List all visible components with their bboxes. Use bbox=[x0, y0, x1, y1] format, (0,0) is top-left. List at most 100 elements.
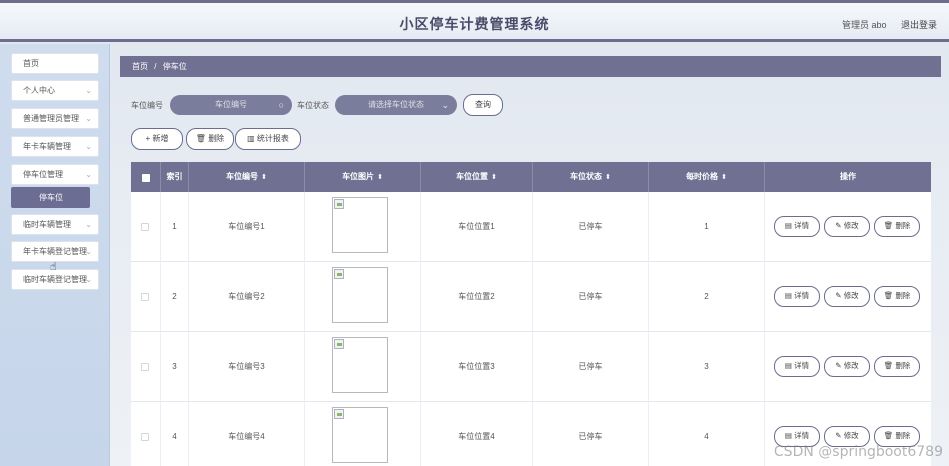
trash-icon: 🗑 bbox=[883, 431, 894, 440]
document-icon: ▤ bbox=[784, 361, 792, 370]
header-status[interactable]: 车位状态 ⬍ bbox=[533, 162, 649, 192]
delete-button[interactable]: 🗑 删除 bbox=[186, 128, 234, 150]
table-row: 1 车位编号1 车位位置1 已停车 1 ▤ 详情 ✎ 修改 🗑 删除 bbox=[131, 192, 931, 262]
sidebar-item-label: 普通管理员管理 bbox=[23, 114, 79, 123]
sidebar-item-annual-register[interactable]: 年卡车辆登记管理 ⌄ bbox=[11, 241, 99, 262]
lot-no-input[interactable]: 车位编号 ○ bbox=[170, 95, 292, 115]
table-row: 3 车位编号3 车位位置3 已停车 3 ▤ 详情 ✎ 修改 🗑 删除 bbox=[131, 332, 931, 402]
sidebar-item-admin-manage[interactable]: 普通管理员管理 ⌄ bbox=[11, 108, 99, 129]
hand-cursor-icon: ☝ bbox=[50, 261, 57, 273]
lot-no-placeholder: 车位编号 bbox=[215, 100, 247, 109]
cell-lot-no: 车位编号2 bbox=[189, 262, 305, 332]
lot-image bbox=[332, 407, 388, 463]
add-button[interactable]: + 新增 bbox=[131, 128, 183, 150]
lot-no-label: 车位编号 bbox=[131, 101, 163, 110]
pencil-icon: ✎ bbox=[835, 361, 842, 370]
cell-index: 4 bbox=[161, 402, 189, 466]
row-checkbox[interactable] bbox=[141, 293, 149, 301]
cell-price: 4 bbox=[649, 402, 765, 466]
sort-icon: ⬍ bbox=[377, 174, 383, 181]
trash-icon: 🗑 bbox=[883, 221, 894, 230]
sort-icon: ⬍ bbox=[721, 174, 727, 181]
sort-icon: ⬍ bbox=[605, 174, 611, 181]
detail-button[interactable]: ▤ 详情 bbox=[774, 216, 820, 237]
sort-icon: ⬍ bbox=[491, 174, 497, 181]
sidebar-item-annual-vehicle[interactable]: 年卡车辆管理 ⌄ bbox=[11, 136, 99, 157]
edit-button[interactable]: ✎ 修改 bbox=[824, 216, 870, 237]
pencil-icon: ✎ bbox=[835, 291, 842, 300]
sidebar-item-label: 年卡车辆管理 bbox=[23, 142, 71, 151]
broken-image-icon bbox=[334, 269, 344, 279]
search-icon: ○ bbox=[278, 100, 284, 110]
row-delete-button[interactable]: 🗑 删除 bbox=[874, 356, 920, 377]
select-all-checkbox[interactable] bbox=[142, 174, 150, 182]
detail-button[interactable]: ▤ 详情 bbox=[774, 356, 820, 377]
chevron-down-icon: ⌄ bbox=[441, 100, 449, 110]
trash-icon: 🗑 bbox=[195, 134, 206, 143]
bar-chart-icon: ▥ bbox=[247, 134, 255, 143]
sidebar-item-label: 年卡车辆登记管理 bbox=[23, 247, 87, 256]
header-lot-no[interactable]: 车位编号 ⬍ bbox=[189, 162, 305, 192]
sidebar: 首页 个人中心 ⌄ 普通管理员管理 ⌄ 年卡车辆管理 ⌄ 停车位管理 ⌄ 停车位… bbox=[0, 44, 110, 466]
edit-button[interactable]: ✎ 修改 bbox=[824, 356, 870, 377]
header-index: 索引 bbox=[161, 162, 189, 192]
cell-location: 车位位置4 bbox=[421, 402, 533, 466]
chevron-down-icon: ⌄ bbox=[85, 220, 92, 229]
cell-actions: ▤ 详情 ✎ 修改 🗑 删除 bbox=[765, 332, 931, 402]
status-label: 车位状态 bbox=[297, 101, 329, 110]
cell-image bbox=[305, 192, 421, 262]
status-select[interactable]: 请选择车位状态 ⌄ bbox=[335, 95, 457, 115]
cell-actions: ▤ 详情 ✎ 修改 🗑 删除 bbox=[765, 192, 931, 262]
sidebar-item-home[interactable]: 首页 bbox=[11, 53, 99, 74]
row-select-cell bbox=[131, 262, 161, 332]
breadcrumb: 首页 / 停车位 bbox=[120, 56, 941, 77]
cell-image bbox=[305, 262, 421, 332]
pencil-icon: ✎ bbox=[835, 221, 842, 230]
chevron-down-icon: ⌄ bbox=[85, 114, 92, 123]
lot-image bbox=[332, 267, 388, 323]
sidebar-item-parking-lot[interactable]: 停车位管理 ⌄ bbox=[11, 164, 99, 185]
breadcrumb-home[interactable]: 首页 bbox=[132, 62, 148, 71]
status-placeholder: 请选择车位状态 bbox=[368, 100, 424, 109]
row-select-cell bbox=[131, 402, 161, 466]
user-label: 管理员 abo bbox=[841, 20, 887, 30]
user-area: 管理员 abo 退出登录 bbox=[830, 18, 937, 31]
header-price[interactable]: 每时价格 ⬍ bbox=[649, 162, 765, 192]
row-checkbox[interactable] bbox=[141, 433, 149, 441]
cell-index: 3 bbox=[161, 332, 189, 402]
row-select-cell bbox=[131, 332, 161, 402]
detail-button[interactable]: ▤ 详情 bbox=[774, 286, 820, 307]
broken-image-icon bbox=[334, 409, 344, 419]
select-all-cell bbox=[131, 162, 161, 192]
watermark: CSDN @springboot6789 bbox=[773, 444, 943, 460]
cell-status: 已停车 bbox=[533, 192, 649, 262]
sidebar-item-label: 个人中心 bbox=[23, 86, 55, 95]
query-button[interactable]: 查询 bbox=[463, 94, 503, 116]
sidebar-item-personal-center[interactable]: 个人中心 ⌄ bbox=[11, 80, 99, 101]
lot-image bbox=[332, 337, 388, 393]
row-delete-button[interactable]: 🗑 删除 bbox=[874, 286, 920, 307]
chevron-down-icon: ⌄ bbox=[85, 142, 92, 151]
logout-button[interactable]: 退出登录 bbox=[901, 20, 937, 30]
document-icon: ▤ bbox=[784, 431, 792, 440]
report-button[interactable]: ▥ 统计报表 bbox=[235, 128, 301, 150]
header-image[interactable]: 车位图片 ⬍ bbox=[305, 162, 421, 192]
search-bar: 车位编号 车位编号 ○ 车位状态 请选择车位状态 ⌄ 查询 bbox=[131, 94, 631, 116]
delete-button-label: 删除 bbox=[208, 134, 225, 143]
table-header: 索引 车位编号 ⬍ 车位图片 ⬍ 车位位置 ⬍ 车位状态 ⬍ 每时价格 ⬍ 操作 bbox=[131, 162, 931, 192]
row-delete-button[interactable]: 🗑 删除 bbox=[874, 216, 920, 237]
cell-image bbox=[305, 402, 421, 466]
edit-button[interactable]: ✎ 修改 bbox=[824, 286, 870, 307]
cell-location: 车位位置3 bbox=[421, 332, 533, 402]
cell-status: 已停车 bbox=[533, 262, 649, 332]
sidebar-item-temp-vehicle[interactable]: 临时车辆管理 ⌄ bbox=[11, 214, 99, 235]
row-checkbox[interactable] bbox=[141, 223, 149, 231]
header-location[interactable]: 车位位置 ⬍ bbox=[421, 162, 533, 192]
cell-price: 3 bbox=[649, 332, 765, 402]
row-checkbox[interactable] bbox=[141, 363, 149, 371]
system-title: 小区停车计费管理系统 bbox=[399, 16, 550, 32]
pencil-icon: ✎ bbox=[835, 431, 842, 440]
chevron-down-icon: ⌄ bbox=[85, 86, 92, 95]
chevron-down-icon: ⌄ bbox=[85, 247, 92, 256]
sidebar-subitem-parking-space[interactable]: 停车位 bbox=[11, 187, 90, 208]
